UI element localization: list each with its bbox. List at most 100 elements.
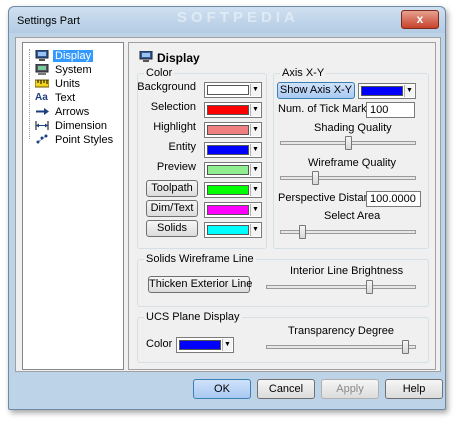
transparency-degree-slider[interactable] <box>266 340 416 354</box>
title-bar[interactable]: Settings Part SOFTPEDIA x <box>9 7 445 33</box>
display-panel: Display Color Background ▼ Selection ▼ H… <box>128 42 436 370</box>
color-swatch <box>207 205 249 215</box>
tree-item-system[interactable]: System <box>35 63 94 76</box>
slider-thumb[interactable] <box>366 280 373 294</box>
help-button[interactable]: Help <box>385 379 443 399</box>
shading-quality-label: Shading Quality <box>314 122 392 134</box>
tick-marks-input[interactable]: 100 <box>366 102 415 118</box>
ucs-color-picker[interactable]: ▼ <box>176 337 234 353</box>
chevron-down-icon: ▼ <box>250 184 260 196</box>
color-swatch <box>207 85 249 95</box>
apply-button[interactable]: Apply <box>321 379 379 399</box>
selection-label: Selection <box>150 101 196 113</box>
solids-wireframe-group-label: Solids Wireframe Line <box>144 253 256 265</box>
axis-group-label: Axis X-Y <box>280 67 327 79</box>
slider-thumb[interactable] <box>402 340 409 354</box>
solids-wireframe-group: Solids Wireframe Line Thicken Exterior L… <box>137 253 429 307</box>
interior-line-brightness-slider[interactable] <box>266 280 416 294</box>
arrows-icon <box>35 106 49 117</box>
axis-color-picker[interactable]: ▼ <box>358 83 416 99</box>
chevron-down-icon: ▼ <box>250 124 260 136</box>
color-swatch <box>179 340 221 350</box>
display-icon <box>35 49 49 61</box>
thicken-exterior-line-button[interactable]: Thicken Exterior Line <box>148 276 252 293</box>
tree-item-text[interactable]: Aa Text <box>35 91 77 104</box>
panel-title: Display <box>157 51 200 65</box>
shading-quality-slider[interactable] <box>280 136 416 150</box>
chevron-down-icon: ▼ <box>250 84 260 96</box>
wireframe-quality-slider[interactable] <box>280 171 416 185</box>
settings-tree: Display System Units Aa Text Arrows Dime… <box>22 42 124 370</box>
entity-color-picker[interactable]: ▼ <box>204 142 262 158</box>
chevron-down-icon: ▼ <box>250 144 260 156</box>
preview-label: Preview <box>156 161 196 173</box>
panel-header: Display <box>139 50 200 65</box>
color-group-label: Color <box>144 67 175 79</box>
chevron-down-icon: ▼ <box>250 164 260 176</box>
tree-item-label: System <box>55 63 92 76</box>
tree-item-arrows[interactable]: Arrows <box>35 105 91 118</box>
tree-item-label: Arrows <box>55 105 90 118</box>
chevron-down-icon: ▼ <box>404 85 414 97</box>
background-color-picker[interactable]: ▼ <box>204 82 262 98</box>
cancel-button[interactable]: Cancel <box>257 379 315 399</box>
color-group: Color Background ▼ Selection ▼ Highlight… <box>137 67 267 249</box>
solids-button[interactable]: Solids <box>146 220 198 237</box>
tree-item-label: Display <box>53 49 94 62</box>
tree-item-point-styles[interactable]: Point Styles <box>35 133 115 146</box>
show-axis-button[interactable]: Show Axis X-Y <box>277 82 355 99</box>
slider-thumb[interactable] <box>312 171 319 185</box>
ucs-color-label: Color <box>146 338 173 350</box>
tree-item-dimension[interactable]: Dimension <box>35 119 109 132</box>
point-styles-icon <box>35 134 49 145</box>
selection-color-picker[interactable]: ▼ <box>204 102 262 118</box>
tree-item-label: Dimension <box>55 119 107 132</box>
axis-group: Axis X-Y Show Axis X-Y ▼ Num. of Tick Ma… <box>273 67 429 249</box>
color-swatch <box>207 125 249 135</box>
toolpath-button[interactable]: Toolpath <box>146 180 198 197</box>
tree-item-label: Point Styles <box>55 133 114 146</box>
tree-item-label: Text <box>55 91 76 104</box>
transparency-degree-label: Transparency Degree <box>288 325 394 337</box>
ok-button[interactable]: OK <box>193 379 251 399</box>
dialog-client: Display System Units Aa Text Arrows Dime… <box>15 37 441 372</box>
tree-connector <box>29 49 30 139</box>
close-button[interactable]: x <box>401 10 439 29</box>
slider-thumb[interactable] <box>345 136 352 150</box>
tree-item-units[interactable]: Units <box>34 77 82 90</box>
perspective-distance-input[interactable]: 100.0000 <box>366 191 421 207</box>
preview-color-picker[interactable]: ▼ <box>204 162 262 178</box>
chevron-down-icon: ▼ <box>250 204 260 216</box>
dim-text-button[interactable]: Dim/Text <box>146 200 198 217</box>
close-icon: x <box>416 12 424 26</box>
interior-line-brightness-label: Interior Line Brightness <box>290 265 404 277</box>
tree-item-display[interactable]: Display <box>35 49 94 62</box>
entity-label: Entity <box>168 141 196 153</box>
color-swatch <box>207 225 249 235</box>
slider-track <box>280 176 416 180</box>
highlight-color-picker[interactable]: ▼ <box>204 122 262 138</box>
units-icon <box>34 78 50 89</box>
window-title: Settings Part <box>17 15 80 27</box>
background-label: Background <box>137 81 196 93</box>
text-icon: Aa <box>35 92 48 103</box>
tick-marks-label: Num. of Tick Marks: <box>278 103 376 115</box>
watermark: SOFTPEDIA <box>177 9 299 26</box>
toolpath-color-picker[interactable]: ▼ <box>204 182 262 198</box>
dim-text-color-picker[interactable]: ▼ <box>204 202 262 218</box>
slider-thumb[interactable] <box>299 225 306 239</box>
select-area-label: Select Area <box>324 210 381 222</box>
dimension-icon <box>35 120 49 131</box>
highlight-label: Highlight <box>153 121 196 133</box>
chevron-down-icon: ▼ <box>250 104 260 116</box>
color-swatch <box>361 86 403 96</box>
color-swatch <box>207 185 249 195</box>
select-area-slider[interactable] <box>280 225 416 239</box>
color-swatch <box>207 165 249 175</box>
settings-window: Settings Part SOFTPEDIA x Display System <box>8 6 446 410</box>
wireframe-quality-label: Wireframe Quality <box>308 157 397 169</box>
display-icon <box>139 50 153 65</box>
ucs-plane-group-label: UCS Plane Display <box>144 311 242 323</box>
color-swatch <box>207 105 249 115</box>
solids-color-picker[interactable]: ▼ <box>204 222 262 238</box>
